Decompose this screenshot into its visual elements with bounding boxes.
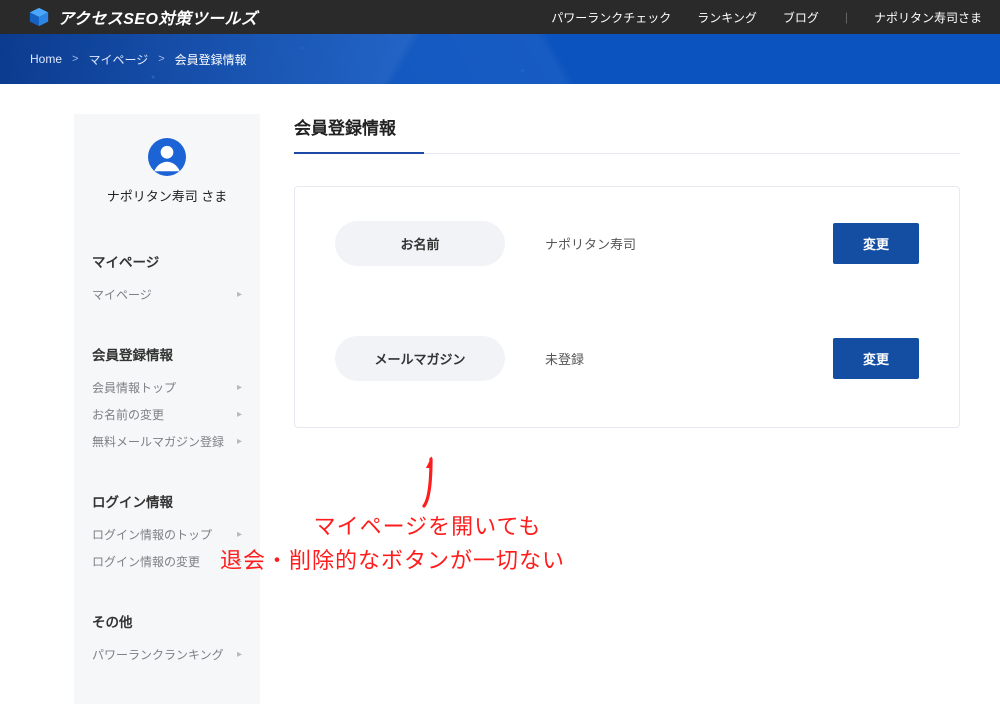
change-name-button[interactable]: 変更 (833, 223, 919, 264)
sidebar-item-mypage[interactable]: マイページ ▸ (92, 281, 242, 308)
sidebar-item-mail-magazine[interactable]: 無料メールマガジン登録 ▸ (92, 428, 242, 455)
sidebar-heading-mypage: マイページ (92, 251, 242, 271)
top-bar: アクセスSEO対策ツールズ パワーランクチェック ランキング ブログ | ナポリ… (0, 0, 1000, 34)
row-name: お名前 ナポリタン寿司 変更 (335, 221, 919, 266)
sidebar-item-login-top[interactable]: ログイン情報のトップ ▸ (92, 521, 242, 548)
field-value-magazine: 未登録 (545, 349, 793, 368)
sidebar: ナポリタン寿司 さま マイページ マイページ ▸ 会員登録情報 会員情報トップ … (74, 114, 260, 704)
avatar-icon (148, 138, 186, 176)
sidebar-item-login-change[interactable]: ログイン情報の変更 ▸ (92, 548, 242, 575)
sidebar-item-label: パワーランクランキング (92, 646, 224, 663)
nav-ranking[interactable]: ランキング (697, 9, 757, 26)
brand-text: アクセスSEO対策ツールズ (58, 5, 258, 29)
chevron-right-icon: ▸ (237, 409, 242, 420)
chevron-right-icon: ▸ (237, 382, 242, 393)
change-magazine-button[interactable]: 変更 (833, 338, 919, 379)
sidebar-item-label: 無料メールマガジン登録 (92, 433, 224, 450)
sidebar-section-mypage: マイページ マイページ ▸ (74, 223, 260, 316)
sidebar-item-member-top[interactable]: 会員情報トップ ▸ (92, 374, 242, 401)
sidebar-section-other: その他 パワーランクランキング ▸ (74, 583, 260, 676)
chevron-right-icon: ▸ (237, 649, 242, 660)
sidebar-item-label: 会員情報トップ (92, 379, 176, 396)
page-title: 会員登録情報 (294, 114, 960, 154)
nav-blog[interactable]: ブログ (783, 9, 819, 26)
main-content: 会員登録情報 お名前 ナポリタン寿司 変更 メールマガジン 未登録 変更 (294, 114, 970, 428)
crumb-mypage[interactable]: マイページ (88, 51, 148, 68)
nav-power-rank-check[interactable]: パワーランクチェック (551, 9, 671, 26)
sidebar-heading-login: ログイン情報 (92, 491, 242, 511)
sidebar-heading-other: その他 (92, 611, 242, 631)
breadcrumb-bar: Home > マイページ > 会員登録情報 (0, 34, 1000, 84)
sidebar-item-power-rank[interactable]: パワーランクランキング ▸ (92, 641, 242, 668)
chevron-right-icon: > (72, 53, 78, 65)
brand[interactable]: アクセスSEO対策ツールズ (28, 5, 258, 29)
sidebar-item-label: ログイン情報の変更 (92, 553, 200, 570)
row-magazine: メールマガジン 未登録 変更 (335, 336, 919, 381)
sidebar-item-label: マイページ (92, 286, 152, 303)
logo-cube-icon (28, 6, 50, 28)
chevron-right-icon: > (158, 53, 164, 65)
sidebar-item-change-name[interactable]: お名前の変更 ▸ (92, 401, 242, 428)
chevron-right-icon: ▸ (237, 289, 242, 300)
sidebar-section-login: ログイン情報 ログイン情報のトップ ▸ ログイン情報の変更 ▸ (74, 463, 260, 583)
field-value-name: ナポリタン寿司 (545, 234, 793, 253)
member-info-card: お名前 ナポリタン寿司 変更 メールマガジン 未登録 変更 (294, 186, 960, 428)
nav-separator: | (845, 10, 848, 24)
crumb-home[interactable]: Home (30, 52, 62, 66)
sidebar-item-label: お名前の変更 (92, 406, 164, 423)
chevron-right-icon: ▸ (237, 529, 242, 540)
field-label-magazine: メールマガジン (335, 336, 505, 381)
sidebar-username: ナポリタン寿司 さま (74, 186, 260, 205)
avatar-block: ナポリタン寿司 さま (74, 138, 260, 205)
page-body: ナポリタン寿司 さま マイページ マイページ ▸ 会員登録情報 会員情報トップ … (0, 84, 1000, 704)
breadcrumb: Home > マイページ > 会員登録情報 (30, 51, 247, 68)
nav-user-greeting[interactable]: ナポリタン寿司さま (874, 9, 982, 26)
sidebar-heading-member: 会員登録情報 (92, 344, 242, 364)
sidebar-item-label: ログイン情報のトップ (92, 526, 212, 543)
top-nav: パワーランクチェック ランキング ブログ | ナポリタン寿司さま (551, 9, 982, 26)
chevron-right-icon: ▸ (237, 436, 242, 447)
field-label-name: お名前 (335, 221, 505, 266)
chevron-right-icon: ▸ (237, 556, 242, 567)
crumb-current: 会員登録情報 (175, 51, 247, 68)
sidebar-section-member: 会員登録情報 会員情報トップ ▸ お名前の変更 ▸ 無料メールマガジン登録 ▸ (74, 316, 260, 463)
